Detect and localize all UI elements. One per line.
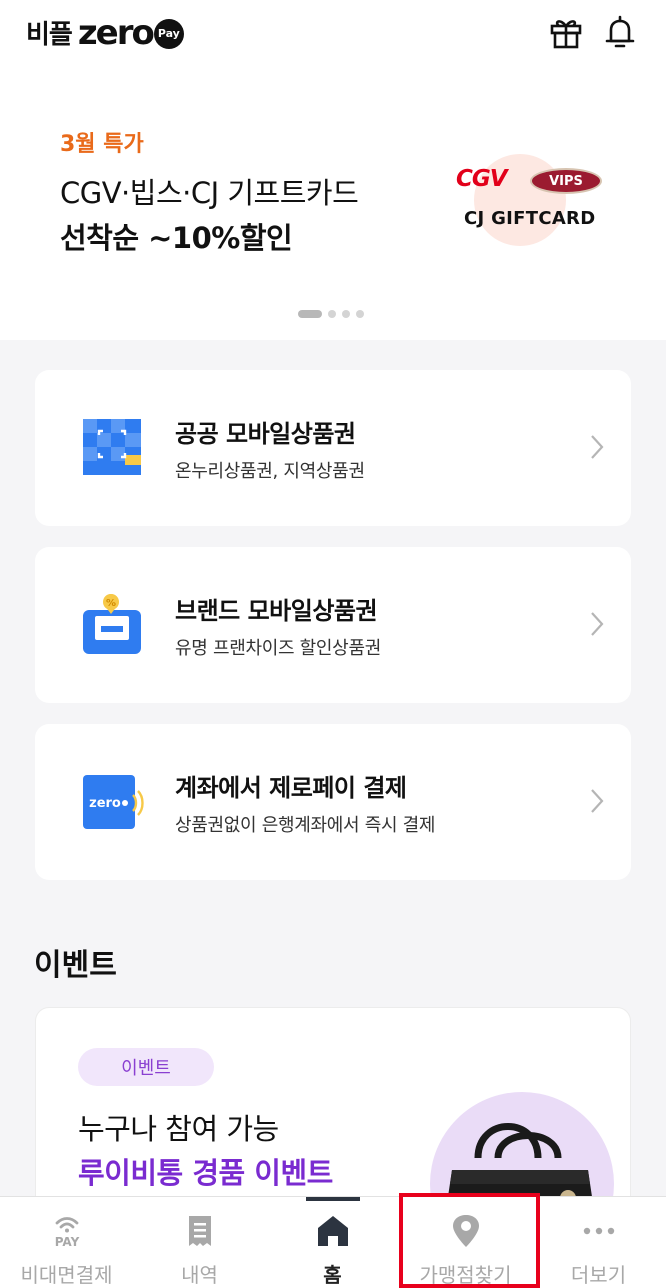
card-title: 공공 모바일상품권 — [175, 420, 356, 448]
nav-label: 내역 — [181, 1263, 218, 1287]
pagination-dot[interactable] — [342, 310, 350, 318]
more-dots-icon — [583, 1227, 614, 1235]
nav-label: 비대면결제 — [20, 1263, 113, 1287]
zero-pay-card-text: zero — [89, 796, 121, 811]
main-content: 공공 모바일상품권 온누리상품권, 지역상품권 % 브랜드 모바일상품권 유명 … — [0, 340, 666, 1247]
bell-icon[interactable] — [602, 14, 638, 50]
wifi-pay-icon: PAY — [54, 1217, 79, 1249]
card-subtitle: 유명 프랜차이즈 할인상품권 — [175, 638, 381, 659]
nav-item-home[interactable]: 홈 — [266, 1197, 399, 1288]
pagination-dot-active[interactable] — [298, 310, 322, 318]
card-public-voucher[interactable]: 공공 모바일상품권 온누리상품권, 지역상품권 — [35, 370, 631, 526]
bottom-nav: PAY 비대면결제 내역 홈 가맹점찾기 더보기 — [0, 1196, 666, 1288]
banner-eyebrow: 3월 특가 — [60, 132, 144, 157]
logo-pay-badge: Pay — [153, 18, 184, 49]
banner-pagination — [298, 310, 364, 318]
card-subtitle: 온누리상품권, 지역상품권 — [175, 461, 365, 482]
pagination-dot[interactable] — [328, 310, 336, 318]
card-brand-voucher[interactable]: % 브랜드 모바일상품권 유명 프랜차이즈 할인상품권 — [35, 547, 631, 703]
brand-logo-image: CGV VIPS CJ GIFTCARD — [444, 150, 614, 250]
card-title: 계좌에서 제로페이 결제 — [175, 774, 407, 802]
card-account-zero-pay[interactable]: zero 계좌에서 제로페이 결제 상품권없이 은행계좌에서 즉시 결제 — [35, 724, 631, 880]
brand-voucher-icon: % — [83, 594, 141, 654]
nav-item-more[interactable]: 더보기 — [532, 1197, 665, 1288]
zero-pay-card-icon: zero — [83, 775, 144, 829]
nav-item-contactless-pay[interactable]: PAY 비대면결제 — [0, 1197, 133, 1288]
nav-label: 홈 — [323, 1263, 342, 1287]
promo-banner[interactable]: 3월 특가 CGV·빕스·CJ 기프트카드 선착순 ~10%할인 CGV VIP… — [0, 70, 666, 340]
vips-logo: VIPS — [530, 168, 602, 194]
public-voucher-icon — [83, 419, 141, 475]
event-badge: 이벤트 — [78, 1048, 214, 1086]
app-header: 비플 zero Pay — [0, 0, 666, 70]
pagination-dot[interactable] — [356, 310, 364, 318]
receipt-icon — [188, 1216, 211, 1246]
banner-headline: CGV·빕스·CJ 기프트카드 — [60, 176, 359, 210]
home-icon — [317, 1216, 348, 1246]
app-logo: 비플 zero Pay — [26, 14, 184, 51]
gift-icon[interactable] — [548, 14, 584, 50]
event-subheadline: 루이비통 경품 이벤트 — [78, 1156, 333, 1190]
events-section-title: 이벤트 — [34, 948, 117, 983]
cgv-logo: CGV — [456, 166, 508, 192]
chevron-right-icon — [591, 435, 604, 459]
chevron-right-icon — [591, 789, 604, 813]
nav-label: 더보기 — [570, 1263, 627, 1287]
pay-icon-text: PAY — [54, 1235, 79, 1249]
cj-giftcard-logo: CJ GIFTCARD — [464, 208, 596, 229]
svg-text:%: % — [106, 598, 116, 609]
logo-text-kr: 비플 — [26, 20, 73, 50]
nav-item-history[interactable]: 내역 — [133, 1197, 266, 1288]
logo-text-zero: zero — [77, 12, 155, 53]
highlight-box — [399, 1193, 540, 1288]
card-subtitle: 상품권없이 은행계좌에서 즉시 결제 — [175, 815, 436, 836]
chevron-right-icon — [591, 612, 604, 636]
card-title: 브랜드 모바일상품권 — [175, 597, 378, 625]
banner-subheadline: 선착순 ~10%할인 — [60, 221, 293, 255]
event-headline: 누구나 참여 가능 — [78, 1112, 279, 1146]
